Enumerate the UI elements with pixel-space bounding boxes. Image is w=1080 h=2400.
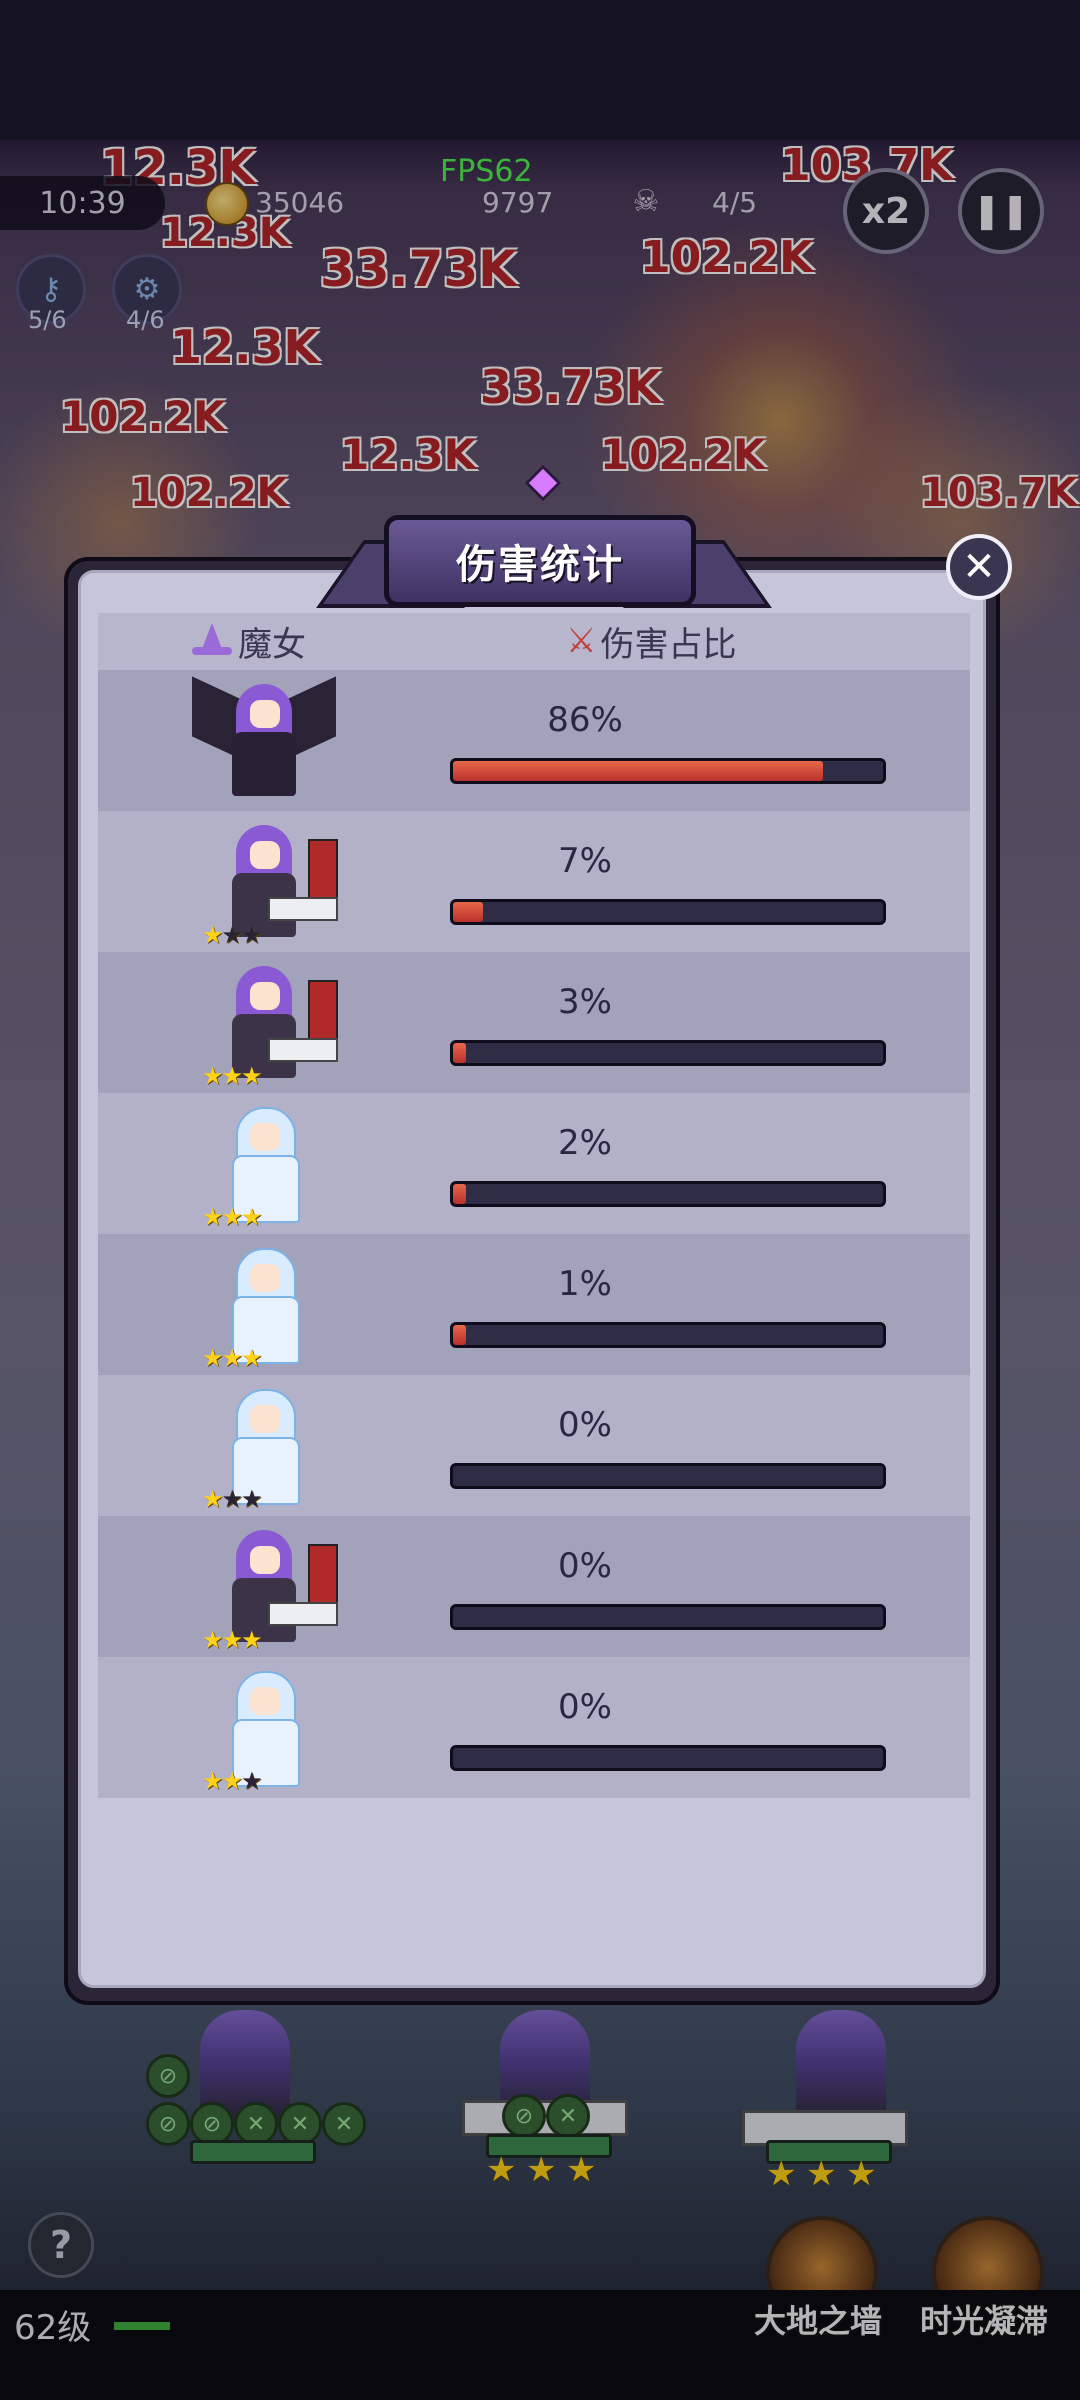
- table-header: 魔女 ⚔ 伤害占比: [98, 613, 970, 672]
- damage-share-bar: [450, 899, 886, 925]
- star-rating: ★★★: [202, 921, 262, 949]
- crossed-swords-icon: ⚔: [566, 621, 597, 661]
- star-rating: ★★★: [202, 1485, 262, 1513]
- hero-face: [250, 1264, 280, 1292]
- star-rating: ★★★: [202, 1062, 263, 1090]
- damage-share-fill: [453, 902, 484, 922]
- damage-share-fill: [453, 1325, 466, 1345]
- hero-prop-box: [308, 839, 338, 899]
- hero-portrait-purple-witch: ★★★: [198, 1524, 338, 1654]
- table-row: ★★★ 7%: [98, 811, 970, 952]
- table-row: ★★★ 0%: [98, 1516, 970, 1657]
- damage-percent: 0%: [558, 1546, 612, 1586]
- header-hero-label: 魔女: [238, 624, 306, 665]
- table-row: ★★★ 3%: [98, 952, 970, 1093]
- hero-prop-box: [308, 1544, 338, 1604]
- damage-percent: 0%: [558, 1687, 612, 1727]
- hero-dress: [232, 732, 296, 796]
- hero-portrait-ice-maiden: ★★★: [198, 1242, 328, 1372]
- hero-portrait-ice-maiden: ★★★: [198, 1383, 328, 1513]
- damage-share-fill: [453, 761, 823, 781]
- damage-share-bar: [450, 1463, 886, 1489]
- panel-title: 伤害统计: [456, 542, 624, 588]
- hero-face: [250, 1687, 280, 1715]
- star-rating: ★★★: [202, 1203, 263, 1231]
- hero-portrait-winged-witch: [192, 676, 336, 804]
- table-row: ★★★ 0%: [98, 1657, 970, 1798]
- damage-share-bar: [450, 1745, 886, 1771]
- hero-prop-box: [308, 980, 338, 1040]
- damage-share-bar: [450, 1040, 886, 1066]
- hero-portrait-purple-witch: ★★★: [198, 960, 338, 1090]
- damage-share-bar: [450, 1604, 886, 1630]
- hero-face: [250, 700, 280, 728]
- damage-share-bar: [450, 758, 886, 784]
- damage-percent: 2%: [558, 1123, 612, 1163]
- hero-prop-table: [268, 1038, 338, 1062]
- close-button[interactable]: ✕: [946, 534, 1012, 600]
- star-rating: ★★★: [202, 1344, 263, 1372]
- hero-prop-table: [268, 1602, 338, 1626]
- hero-face: [250, 982, 280, 1010]
- table-row: ★★★ 0%: [98, 1375, 970, 1516]
- hero-portrait-ice-maiden: ★★★: [198, 1101, 328, 1231]
- hero-prop-table: [268, 897, 338, 921]
- header-share-label: 伤害占比: [600, 624, 737, 665]
- panel-title-plate: 伤害统计: [384, 515, 696, 607]
- table-row: 86%: [98, 670, 970, 811]
- hero-face: [250, 1546, 280, 1574]
- damage-share-bar: [450, 1181, 886, 1207]
- damage-percent: 0%: [558, 1405, 612, 1445]
- damage-share-fill: [453, 1043, 466, 1063]
- hero-face: [250, 1405, 280, 1433]
- table-row: ★★★ 1%: [98, 1234, 970, 1375]
- damage-percent: 86%: [547, 700, 623, 740]
- hero-portrait-ice-maiden: ★★★: [198, 1665, 328, 1795]
- damage-share-fill: [453, 1184, 466, 1204]
- close-icon: ✕: [962, 544, 996, 590]
- header-hero: 魔女: [188, 621, 306, 665]
- damage-share-bar: [450, 1322, 886, 1348]
- hero-face: [250, 841, 280, 869]
- witch-hat-icon: [188, 623, 234, 659]
- hero-portrait-purple-witch: ★★★: [198, 819, 338, 949]
- damage-percent: 7%: [558, 841, 612, 881]
- table-row: ★★★ 2%: [98, 1093, 970, 1234]
- damage-percent: 3%: [558, 982, 612, 1022]
- hero-face: [250, 1123, 280, 1151]
- header-share: ⚔ 伤害占比: [566, 621, 736, 665]
- star-rating: ★★★: [202, 1767, 262, 1795]
- star-rating: ★★★: [202, 1626, 263, 1654]
- damage-percent: 1%: [558, 1264, 612, 1304]
